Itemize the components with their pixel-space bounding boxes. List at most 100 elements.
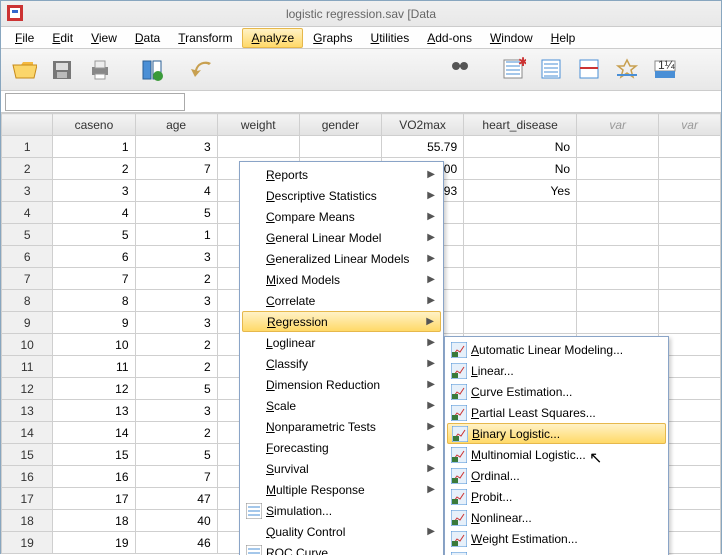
cell-caseno[interactable]: 4 [53,202,135,224]
cell-age[interactable]: 40 [135,510,217,532]
cell-vo2max[interactable]: 55.79 [381,136,463,158]
cell-empty[interactable] [659,180,721,202]
open-button[interactable] [7,53,41,87]
row-number[interactable]: 2 [2,158,53,180]
cell-age[interactable]: 1 [135,224,217,246]
cell-empty[interactable] [659,158,721,180]
analyze-item-roc-curve-[interactable]: ROC Curve... [242,542,441,555]
menu-file[interactable]: File [7,29,42,47]
row-number[interactable]: 18 [2,510,53,532]
cell-age[interactable]: 2 [135,268,217,290]
menu-edit[interactable]: Edit [44,29,81,47]
menu-help[interactable]: Help [543,29,584,47]
cell-heart-disease[interactable] [464,246,577,268]
column-header-gender-3[interactable]: gender [299,114,381,136]
cell-empty[interactable] [577,180,659,202]
cell-empty[interactable] [659,202,721,224]
cell-age[interactable]: 7 [135,466,217,488]
cell-empty[interactable] [577,224,659,246]
cell-caseno[interactable]: 2 [53,158,135,180]
menu-window[interactable]: Window [482,29,541,47]
row-number[interactable]: 11 [2,356,53,378]
cell-age[interactable]: 3 [135,312,217,334]
cell-caseno[interactable]: 3 [53,180,135,202]
analyze-item-survival[interactable]: Survival▶ [242,458,441,479]
variables-button[interactable] [135,53,169,87]
cell-age[interactable]: 5 [135,378,217,400]
analyze-item-forecasting[interactable]: Forecasting▶ [242,437,441,458]
analyze-item-generalized-linear-models[interactable]: Generalized Linear Models▶ [242,248,441,269]
analyze-item-nonparametric-tests[interactable]: Nonparametric Tests▶ [242,416,441,437]
cell-age[interactable]: 5 [135,444,217,466]
find-button[interactable] [444,52,478,86]
cell-empty[interactable] [659,224,721,246]
row-number[interactable]: 17 [2,488,53,510]
cell-gender[interactable] [299,136,381,158]
row-number[interactable]: 14 [2,422,53,444]
cell-heart-disease[interactable]: No [464,158,577,180]
cell-age[interactable]: 5 [135,202,217,224]
column-header-VO2max-4[interactable]: VO2max [381,114,463,136]
row-number[interactable]: 1 [2,136,53,158]
cell-empty[interactable] [577,136,659,158]
undo-button[interactable] [187,53,221,87]
cell-caseno[interactable]: 11 [53,356,135,378]
analyze-item-dimension-reduction[interactable]: Dimension Reduction▶ [242,374,441,395]
column-header-caseno-0[interactable]: caseno [53,114,135,136]
cell-heart-disease[interactable] [464,312,577,334]
row-number[interactable]: 8 [2,290,53,312]
column-header-age-1[interactable]: age [135,114,217,136]
cell-caseno[interactable]: 16 [53,466,135,488]
regression-item-automatic-linear-modeling-[interactable]: Automatic Linear Modeling... [447,339,666,360]
cell-empty[interactable] [577,268,659,290]
cell-age[interactable]: 2 [135,356,217,378]
cell-caseno[interactable]: 17 [53,488,135,510]
cell-caseno[interactable]: 18 [53,510,135,532]
row-number[interactable]: 9 [2,312,53,334]
cell-age[interactable]: 2 [135,422,217,444]
regression-item-probit-[interactable]: Probit... [447,486,666,507]
cell-empty[interactable] [577,202,659,224]
analyze-item-classify[interactable]: Classify▶ [242,353,441,374]
cell-reference-input[interactable] [5,93,185,111]
cell-caseno[interactable]: 8 [53,290,135,312]
row-number[interactable]: 6 [2,246,53,268]
cell-empty[interactable] [659,290,721,312]
cell-caseno[interactable]: 1 [53,136,135,158]
menu-transform[interactable]: Transform [170,29,240,47]
cell-empty[interactable] [659,246,721,268]
cell-age[interactable]: 2 [135,334,217,356]
row-number[interactable]: 13 [2,400,53,422]
analyze-item-mixed-models[interactable]: Mixed Models▶ [242,269,441,290]
cell-age[interactable]: 46 [135,532,217,554]
menu-view[interactable]: View [83,29,125,47]
analyze-item-loglinear[interactable]: Loglinear▶ [242,332,441,353]
row-number[interactable]: 4 [2,202,53,224]
cell-age[interactable]: 3 [135,290,217,312]
cell-caseno[interactable]: 12 [53,378,135,400]
value-labels-button[interactable]: 1¼ [648,52,682,86]
cell-caseno[interactable]: 14 [53,422,135,444]
cell-age[interactable]: 47 [135,488,217,510]
regression-item-ordinal-[interactable]: Ordinal... [447,465,666,486]
cell-caseno[interactable]: 7 [53,268,135,290]
row-number[interactable]: 16 [2,466,53,488]
split-file-button[interactable] [534,52,568,86]
menu-utilities[interactable]: Utilities [363,29,418,47]
analyze-item-compare-means[interactable]: Compare Means▶ [242,206,441,227]
analyze-item-quality-control[interactable]: Quality Control▶ [242,521,441,542]
cell-heart-disease[interactable] [464,290,577,312]
regression-item-linear-[interactable]: Linear... [447,360,666,381]
cell-age[interactable]: 3 [135,246,217,268]
row-number[interactable]: 5 [2,224,53,246]
cell-age[interactable]: 4 [135,180,217,202]
cell-caseno[interactable]: 19 [53,532,135,554]
column-header-var-6[interactable]: var [577,114,659,136]
row-number[interactable]: 10 [2,334,53,356]
cell-age[interactable]: 3 [135,400,217,422]
cell-heart-disease[interactable] [464,268,577,290]
analyze-item-reports[interactable]: Reports▶ [242,164,441,185]
cell-caseno[interactable]: 9 [53,312,135,334]
analyze-item-general-linear-model[interactable]: General Linear Model▶ [242,227,441,248]
row-number[interactable]: 12 [2,378,53,400]
